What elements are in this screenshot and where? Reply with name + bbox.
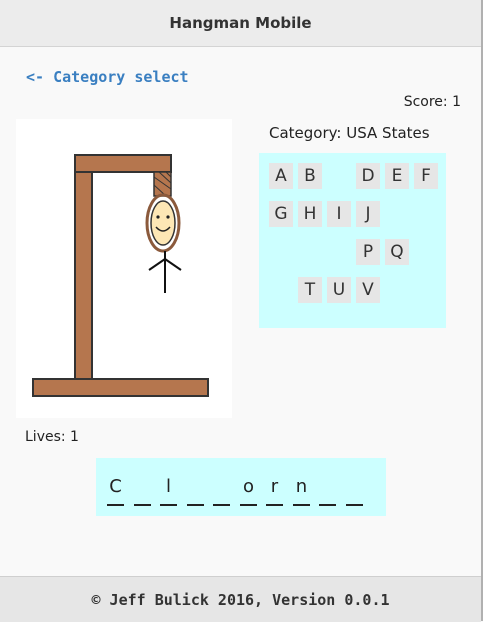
word-display: Cl orn	[96, 458, 386, 516]
hangman-arm-left	[148, 258, 166, 271]
footer-text: © Jeff Bulick 2016, Version 0.0.1	[91, 590, 390, 609]
category-select-link[interactable]: <- Category select	[26, 68, 189, 86]
letter-key-h[interactable]: H	[298, 201, 322, 227]
hangman-eye-left	[156, 215, 160, 219]
letter-key-b[interactable]: B	[298, 163, 322, 189]
app-header: Hangman Mobile	[0, 0, 481, 47]
letter-key-t[interactable]: T	[298, 277, 322, 303]
letter-key-j[interactable]: J	[356, 201, 380, 227]
letter-key-a[interactable]: A	[269, 163, 293, 189]
app-title: Hangman Mobile	[169, 14, 312, 32]
word-letter-slot	[213, 476, 230, 506]
letter-key-v[interactable]: V	[356, 277, 380, 303]
word-letter-slot: n	[293, 476, 310, 506]
letter-keyboard: AB DEF GHIJPQ TUV	[259, 153, 446, 328]
hangman-head	[150, 200, 176, 246]
hangman-arm-right	[164, 258, 182, 271]
gallows-post	[74, 154, 93, 380]
letter-key-e[interactable]: E	[385, 163, 409, 189]
hangman-eye-right	[166, 215, 170, 219]
word-letter-slot	[319, 476, 336, 506]
lives-label: Lives: 1	[25, 429, 79, 445]
letter-key-d[interactable]: D	[356, 163, 380, 189]
letter-key-i[interactable]: I	[327, 201, 351, 227]
word-letter-slot: C	[107, 476, 124, 506]
letter-key-u[interactable]: U	[327, 277, 351, 303]
letter-key-q[interactable]: Q	[385, 239, 409, 265]
gallows-panel	[16, 119, 232, 418]
letter-key-f[interactable]: F	[414, 163, 438, 189]
score-label: Score: 1	[403, 94, 461, 110]
letter-key-p[interactable]: P	[356, 239, 380, 265]
gallows-base	[32, 378, 209, 397]
category-label: Category: USA States	[269, 124, 430, 142]
word-letter-slot: o	[240, 476, 257, 506]
word-letter-slot: l	[160, 476, 177, 506]
gallows-drawing	[32, 154, 209, 397]
app-footer: © Jeff Bulick 2016, Version 0.0.1	[0, 576, 481, 622]
letter-key-g[interactable]: G	[269, 201, 293, 227]
word-letter-slot	[187, 476, 204, 506]
word-letter-slot	[346, 476, 363, 506]
word-letter-slot	[134, 476, 151, 506]
gallows-beam	[74, 154, 172, 173]
word-letter-slot: r	[266, 476, 283, 506]
